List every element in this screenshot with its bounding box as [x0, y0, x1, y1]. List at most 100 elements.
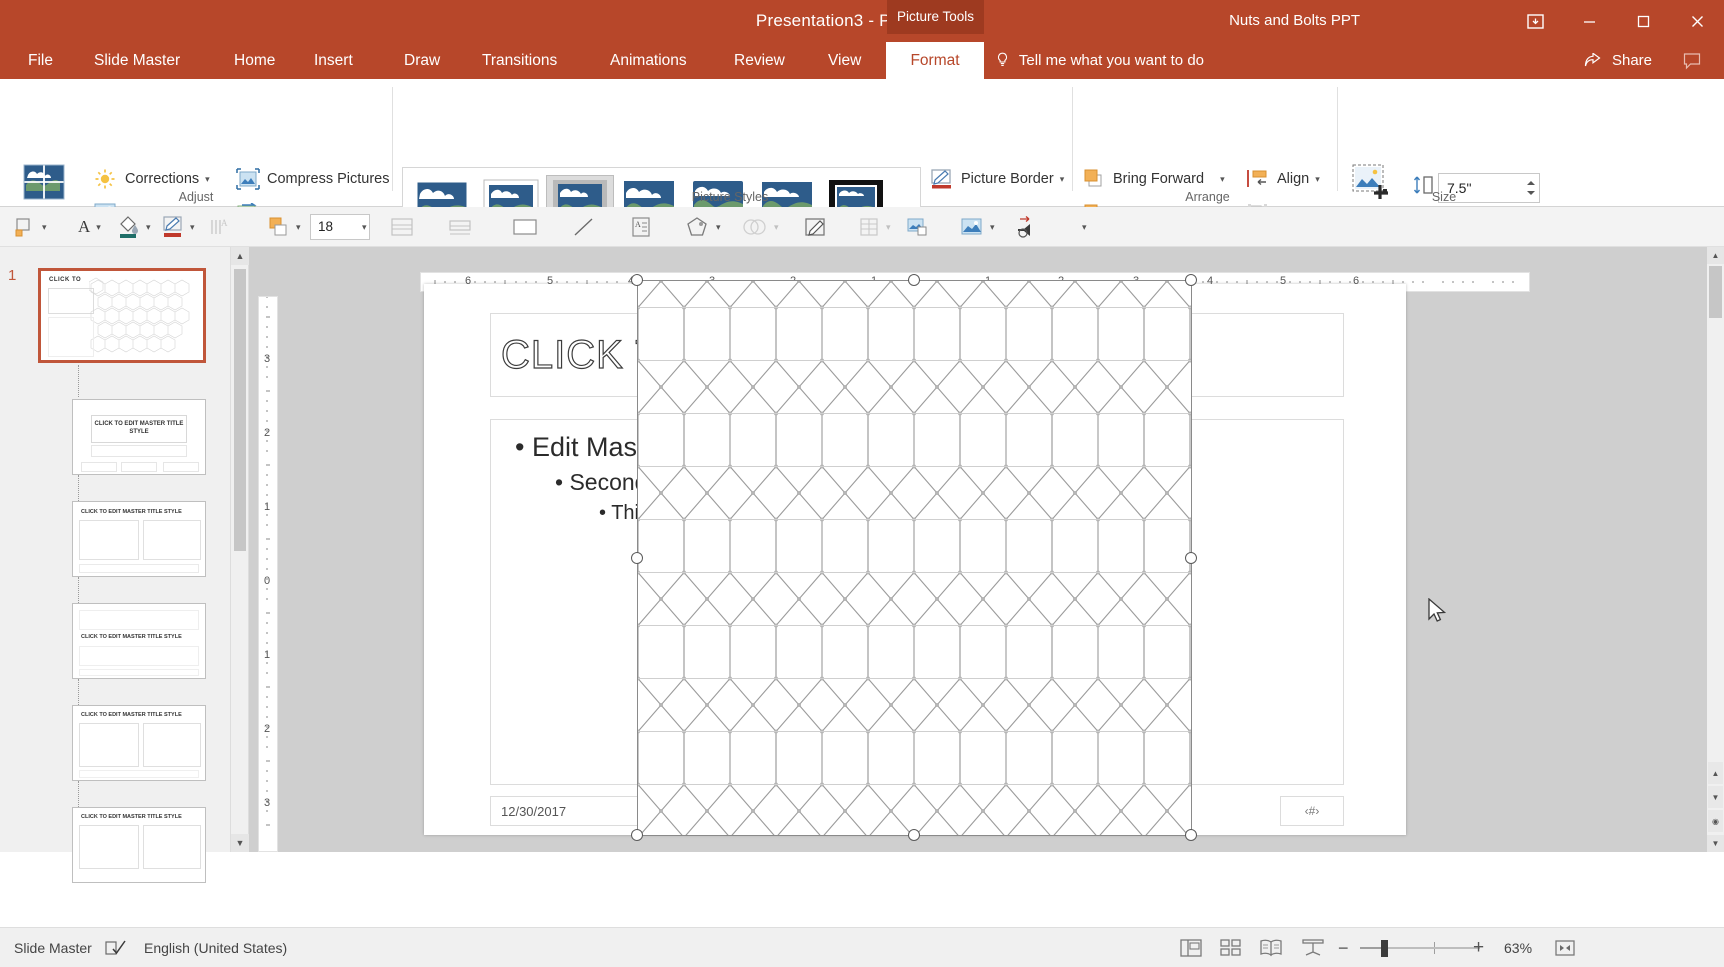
zoom-level-label[interactable]: 63% [1504, 938, 1532, 958]
slide-thumbnail-pane[interactable]: 1 CLICK TO CLICK TO EDIT MASTER TITLE ST… [0, 247, 231, 852]
edit-shape-icon[interactable] [804, 214, 828, 240]
group-divider [1337, 87, 1338, 191]
group-divider [1072, 87, 1073, 191]
chevron-down-icon[interactable]: ▾ [146, 222, 151, 233]
thumbnail-slide-1[interactable]: CLICK TO [38, 268, 206, 363]
chevron-down-icon[interactable]: ▾ [1220, 174, 1225, 185]
tab-insert[interactable]: Insert [300, 42, 367, 79]
thumbnail-slide-2[interactable]: CLICK TO EDIT MASTER TITLE STYLE [72, 399, 206, 475]
tab-file[interactable]: File [14, 42, 67, 79]
insert-picture-placeholder-icon[interactable] [906, 214, 930, 240]
previous-slide-button[interactable]: ▲ [1708, 762, 1723, 784]
rectangle-shape-icon[interactable] [512, 214, 538, 240]
resize-handle-middle-right[interactable] [1185, 552, 1197, 564]
resize-handle-bottom-left[interactable] [631, 829, 643, 841]
resize-handle-bottom-right[interactable] [1185, 829, 1197, 841]
restore-icon[interactable] [1616, 0, 1670, 42]
compress-pictures-icon [236, 168, 260, 190]
animation-icon[interactable] [1014, 214, 1038, 240]
group-label-arrange: Arrange [1080, 190, 1335, 204]
language-label[interactable]: English (United States) [144, 938, 287, 958]
vertical-ruler[interactable]: 3 2 1 0 1 2 3 [258, 296, 278, 852]
shape-styles-icon[interactable]: ▾ [686, 214, 721, 240]
resize-handle-top-left[interactable] [631, 274, 643, 286]
resize-handle-middle-left[interactable] [631, 552, 643, 564]
line-shape-icon[interactable] [572, 214, 596, 240]
thumbnail-slide-5[interactable]: CLICK TO EDIT MASTER TITLE STYLE [72, 705, 206, 781]
scroll-thumb[interactable] [234, 269, 246, 551]
more-commands-icon[interactable]: ▾ [1076, 214, 1087, 240]
normal-view-icon[interactable] [1176, 936, 1206, 960]
slide-sorter-icon[interactable] [1216, 936, 1246, 960]
layout-connector [78, 577, 79, 603]
tab-draw[interactable]: Draw [390, 42, 454, 79]
comments-icon[interactable] [1682, 51, 1702, 71]
ribbon-display-options-icon[interactable] [1508, 0, 1562, 42]
scroll-down-icon[interactable]: ▼ [231, 834, 249, 852]
thumbnail-slide-4[interactable]: CLICK TO EDIT MASTER TITLE STYLE [72, 603, 206, 679]
tab-slide-master[interactable]: Slide Master [80, 42, 194, 79]
chevron-down-icon[interactable]: ▾ [96, 222, 101, 233]
svg-text:A: A [635, 220, 641, 229]
thumbnail-pane-scrollbar[interactable]: ▲ ▼ [231, 247, 249, 852]
hexagon-pattern-picture[interactable] [637, 280, 1192, 836]
chevron-down-icon[interactable]: ▾ [1060, 174, 1065, 185]
hexagon-pattern-graphic [638, 281, 1192, 836]
tell-me-box[interactable]: Tell me what you want to do [996, 42, 1204, 79]
text-box-icon[interactable]: A [630, 214, 652, 240]
zoom-in-button[interactable]: + [1473, 938, 1484, 958]
picture-icon[interactable]: ▾ [960, 214, 995, 240]
layout-connector [78, 475, 79, 501]
resize-handle-top-right[interactable] [1185, 274, 1197, 286]
zoom-slider-thumb[interactable] [1381, 940, 1388, 957]
chevron-down-icon[interactable]: ▾ [1315, 174, 1320, 185]
svg-text:A: A [221, 218, 228, 228]
tab-home[interactable]: Home [220, 42, 289, 79]
text-color-icon[interactable]: A ▾ [78, 214, 101, 240]
tab-review[interactable]: Review [720, 42, 799, 79]
chevron-down-icon[interactable]: ▾ [296, 222, 301, 233]
chevron-down-icon[interactable]: ▾ [190, 222, 195, 233]
tab-transitions[interactable]: Transitions [468, 42, 571, 79]
slideshow-icon[interactable] [1298, 936, 1328, 960]
scroll-up-icon[interactable]: ▲ [1707, 247, 1724, 264]
layout-connector [78, 781, 79, 807]
chevron-down-icon[interactable]: ▾ [716, 222, 721, 233]
thumbnail-slide-3[interactable]: CLICK TO EDIT MASTER TITLE STYLE [72, 501, 206, 577]
align-icon [1246, 168, 1270, 190]
tab-animations[interactable]: Animations [596, 42, 701, 79]
thumbnail-number-1: 1 [8, 267, 16, 284]
text-direction-icon: A [208, 214, 230, 240]
chevron-down-icon[interactable]: ▾ [42, 222, 47, 233]
thumbnail-title-5: CLICK TO EDIT MASTER TITLE STYLE [81, 712, 182, 718]
insert-shape-icon[interactable]: ▾ [14, 214, 47, 240]
zoom-out-button[interactable]: − [1338, 938, 1349, 958]
status-bar: Slide Master English (United States) − +… [0, 927, 1724, 967]
arrange-objects-icon[interactable]: ▾ [268, 214, 301, 240]
zoom-slider-track-right[interactable] [1388, 947, 1480, 949]
slide-number-placeholder[interactable]: ‹#› [1280, 796, 1344, 826]
chevron-down-icon[interactable]: ▾ [205, 174, 210, 185]
tab-format[interactable]: Format [886, 42, 984, 79]
tab-view[interactable]: View [814, 42, 875, 79]
close-icon[interactable] [1670, 0, 1724, 42]
reading-view-icon[interactable] [1256, 936, 1286, 960]
share-button[interactable]: Share [1584, 42, 1652, 79]
scroll-thumb[interactable] [1709, 266, 1722, 318]
scroll-down-icon[interactable]: ▼ [1707, 835, 1724, 852]
chevron-down-icon[interactable]: ▾ [990, 222, 995, 233]
fit-slide-to-window-icon[interactable] [1550, 936, 1580, 960]
fill-color-icon[interactable]: ▾ [118, 214, 151, 240]
scroll-up-icon[interactable]: ▲ [231, 247, 249, 265]
font-size-dropdown-icon[interactable]: ▾ [356, 214, 367, 240]
drawing-quick-toolbar: ▾ A ▾ ▾ ▾ A ▾ 18 ▾ A ▾ ▾ [0, 207, 1724, 247]
resize-handle-top-center[interactable] [908, 274, 920, 286]
minimize-icon[interactable] [1562, 0, 1616, 42]
line-color-icon[interactable]: ▾ [162, 214, 195, 240]
merge-shapes-icon: ▾ [742, 214, 779, 240]
spellcheck-icon[interactable] [105, 938, 127, 958]
next-slide-button[interactable]: ▼ [1708, 786, 1723, 808]
resize-handle-bottom-center[interactable] [908, 829, 920, 841]
thumbnail-slide-6[interactable]: CLICK TO EDIT MASTER TITLE STYLE [72, 807, 206, 883]
back-to-previous-view-button[interactable]: ◉ [1708, 810, 1723, 832]
